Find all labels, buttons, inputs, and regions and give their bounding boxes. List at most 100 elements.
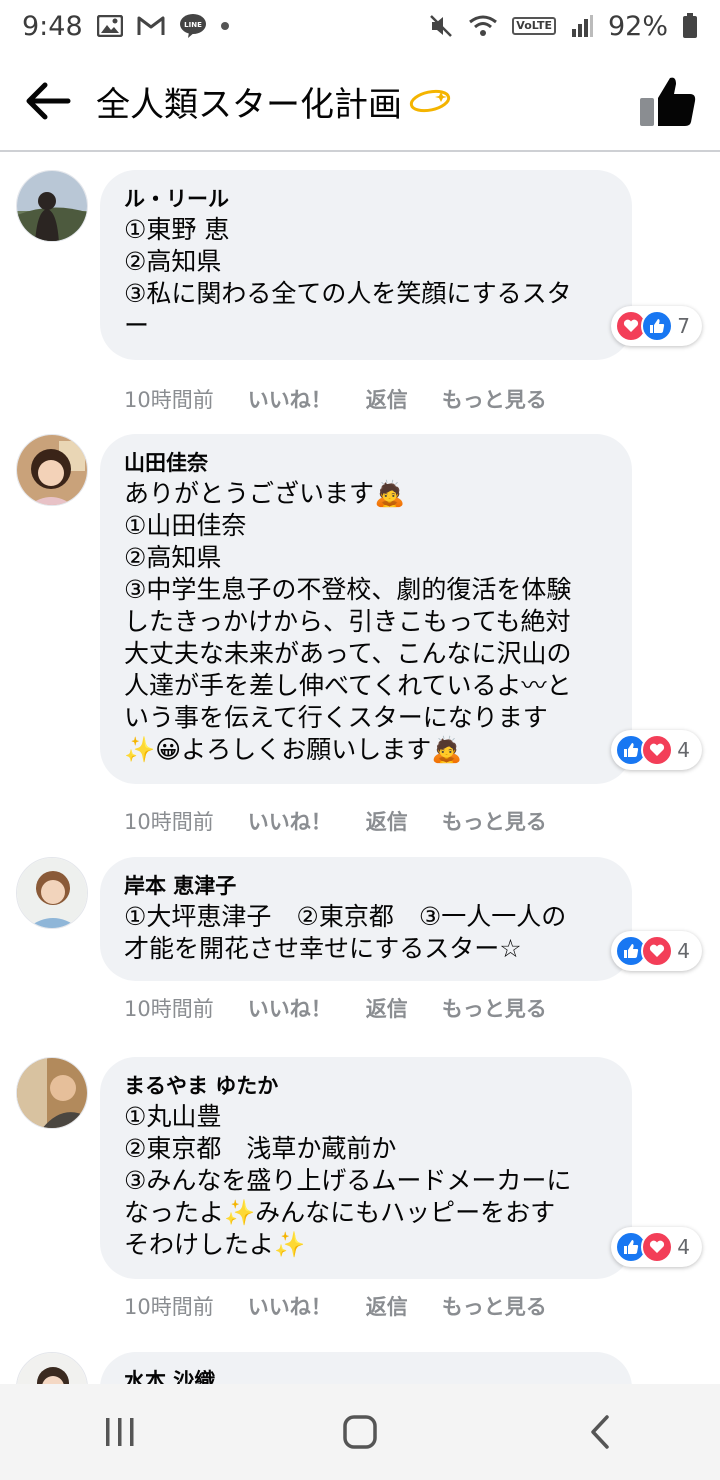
comment-actions: 10時間前 いいね！ 返信 もっと見る [124, 993, 581, 1023]
comment-time: 10時間前 [124, 810, 214, 834]
signal-icon [570, 14, 594, 38]
comment-text: ①東野 恵 ②高知県 ③私に関わる全ての人を笑顔にするスタ ー [124, 214, 608, 342]
gallery-icon [96, 15, 123, 37]
reaction-summary[interactable]: 4 [611, 931, 702, 971]
avatar[interactable] [16, 434, 88, 506]
comment-line: なったよ✨みんなにもハッピーをおす [124, 1198, 556, 1227]
comment-author[interactable]: 岸本 恵津子 [124, 871, 608, 901]
system-nav-bar [0, 1384, 720, 1480]
comment-line: いう事を伝えて行くスターになります [124, 703, 548, 732]
wifi-icon [468, 14, 498, 38]
recent-apps-button[interactable] [75, 1387, 165, 1477]
like-action[interactable]: いいね！ [248, 806, 332, 836]
line-icon: LINE [179, 13, 207, 39]
reaction-count: 4 [677, 1235, 690, 1259]
status-left: 9:48 LINE [22, 11, 229, 42]
love-reaction-icon [641, 734, 674, 766]
avatar[interactable] [16, 857, 88, 929]
love-reaction-icon [641, 935, 674, 967]
app-header: 全人類スター化計画 [0, 52, 720, 152]
avatar[interactable] [16, 1057, 88, 1129]
more-action[interactable]: もっと見る [442, 993, 547, 1023]
avatar[interactable] [16, 1352, 88, 1384]
reply-action[interactable]: 返信 [366, 384, 408, 414]
comment-bubble: まるやま ゆたか ①丸山豊 ②東京都 浅草か蔵前か ③みんなを盛り上げるムードメ… [100, 1057, 632, 1279]
comment-line: ②高知県 [124, 543, 222, 572]
more-action[interactable]: もっと見る [442, 806, 547, 836]
comment-text: ①大坪恵津子 ②東京都 ③一人一人の 才能を開花させ幸せにするスター☆ [124, 901, 608, 965]
reaction-count: 7 [677, 314, 690, 338]
dizzy-emoji-icon [409, 89, 451, 113]
page-like-button[interactable] [638, 74, 698, 130]
comment-text: ありがとうございます🙇 ①山田佳奈 ②高知県 ③中学生息子の不登校、劇的復活を体… [124, 478, 608, 766]
status-right: VoLTE 92% [428, 11, 698, 42]
comment-line: ありがとうございます🙇 [124, 479, 406, 508]
comment-author[interactable]: まるやま ゆたか [124, 1071, 608, 1101]
comment-line: ③私に関わる全ての人を笑顔にするスタ [124, 279, 572, 308]
comment-line: ①丸山豊 [124, 1102, 222, 1131]
svg-text:LINE: LINE [184, 21, 202, 29]
clock: 9:48 [22, 10, 83, 42]
screen: 9:48 LINE VoLTE 92% 全人類スター化計画 ル・リール ①東野 … [0, 0, 720, 1480]
comment-list: ル・リール ①東野 恵 ②高知県 ③私に関わる全ての人を笑顔にするスタ ー 7 … [0, 152, 720, 1384]
comment-author[interactable]: ル・リール [124, 184, 608, 214]
thumbs-up-icon [640, 77, 696, 126]
more-action[interactable]: もっと見る [442, 384, 547, 414]
more-action[interactable]: もっと見る [442, 1291, 547, 1321]
comment-actions: 10時間前 いいね！ 返信 もっと見る [124, 384, 581, 414]
reaction-summary[interactable]: 4 [611, 1227, 702, 1267]
reply-action[interactable]: 返信 [366, 806, 408, 836]
battery-icon [682, 13, 698, 39]
comment-time: 10時間前 [124, 388, 214, 412]
like-reaction-icon [641, 310, 674, 342]
reaction-summary[interactable]: 7 [611, 306, 702, 346]
reaction-count: 4 [677, 939, 690, 963]
recent-apps-icon [106, 1418, 134, 1446]
comment-line: ①東野 恵 [124, 215, 230, 244]
home-icon [343, 1415, 377, 1449]
reply-action[interactable]: 返信 [366, 1291, 408, 1321]
back-button[interactable] [0, 51, 96, 151]
comment-actions: 10時間前 いいね！ 返信 もっと見る [124, 806, 581, 836]
comment-line: ③みんなを盛り上げるムードメーカーに [124, 1166, 572, 1195]
avatar[interactable] [16, 170, 88, 242]
status-bar: 9:48 LINE VoLTE 92% [0, 0, 720, 52]
mute-icon [428, 13, 454, 39]
like-action[interactable]: いいね！ [248, 1291, 332, 1321]
comment-time: 10時間前 [124, 1295, 214, 1319]
comment-bubble: ル・リール ①東野 恵 ②高知県 ③私に関わる全ての人を笑顔にするスタ ー [100, 170, 632, 360]
reply-action[interactable]: 返信 [366, 993, 408, 1023]
like-action[interactable]: いいね！ [248, 384, 332, 414]
comment-actions: 10時間前 いいね！ 返信 もっと見る [124, 1291, 581, 1321]
comment-line: そわけしたよ✨ [124, 1230, 306, 1259]
comment-author[interactable]: 山田佳奈 [124, 448, 608, 478]
home-button[interactable] [315, 1387, 405, 1477]
comment-line: ②東京都 浅草か蔵前か [124, 1134, 397, 1163]
gmail-icon [137, 15, 165, 37]
comment-text: ①丸山豊 ②東京都 浅草か蔵前か ③みんなを盛り上げるムードメーカーに なったよ… [124, 1101, 608, 1261]
volte-badge: VoLTE [512, 17, 556, 35]
page-title-text: 全人類スター化計画 [96, 84, 402, 125]
nav-back-button[interactable] [555, 1387, 645, 1477]
back-arrow-icon [26, 82, 71, 120]
comment-bubble: 岸本 恵津子 ①大坪恵津子 ②東京都 ③一人一人の 才能を開花させ幸せにするスタ… [100, 857, 632, 981]
comment-line: 才能を開花させ幸せにするスター☆ [124, 934, 522, 963]
comment-line: ①山田佳奈 [124, 511, 247, 540]
like-action[interactable]: いいね！ [248, 993, 332, 1023]
chevron-left-icon [591, 1415, 609, 1449]
battery-percent: 92% [607, 10, 668, 42]
comment-time: 10時間前 [124, 997, 214, 1021]
reaction-summary[interactable]: 4 [611, 730, 702, 770]
comment-bubble: 山田佳奈 ありがとうございます🙇 ①山田佳奈 ②高知県 ③中学生息子の不登校、劇… [100, 434, 632, 784]
page-title: 全人類スター化計画 [96, 77, 452, 126]
comment-author[interactable]: 水本 沙織 [124, 1366, 608, 1384]
comment-line: 大丈夫な未来があって、こんなに沢山の [124, 639, 572, 668]
comment-line: ③中学生息子の不登校、劇的復活を体験 [124, 575, 572, 604]
comment-line: ①大坪恵津子 ②東京都 ③一人一人の [124, 902, 567, 931]
reaction-count: 4 [677, 738, 690, 762]
comment-line: したきっかけから、引きこもっても絶対 [124, 607, 571, 636]
comment-line: ②高知県 [124, 247, 222, 276]
love-reaction-icon [641, 1231, 674, 1263]
notification-dot [220, 22, 229, 30]
comment-line: ー [124, 311, 150, 340]
